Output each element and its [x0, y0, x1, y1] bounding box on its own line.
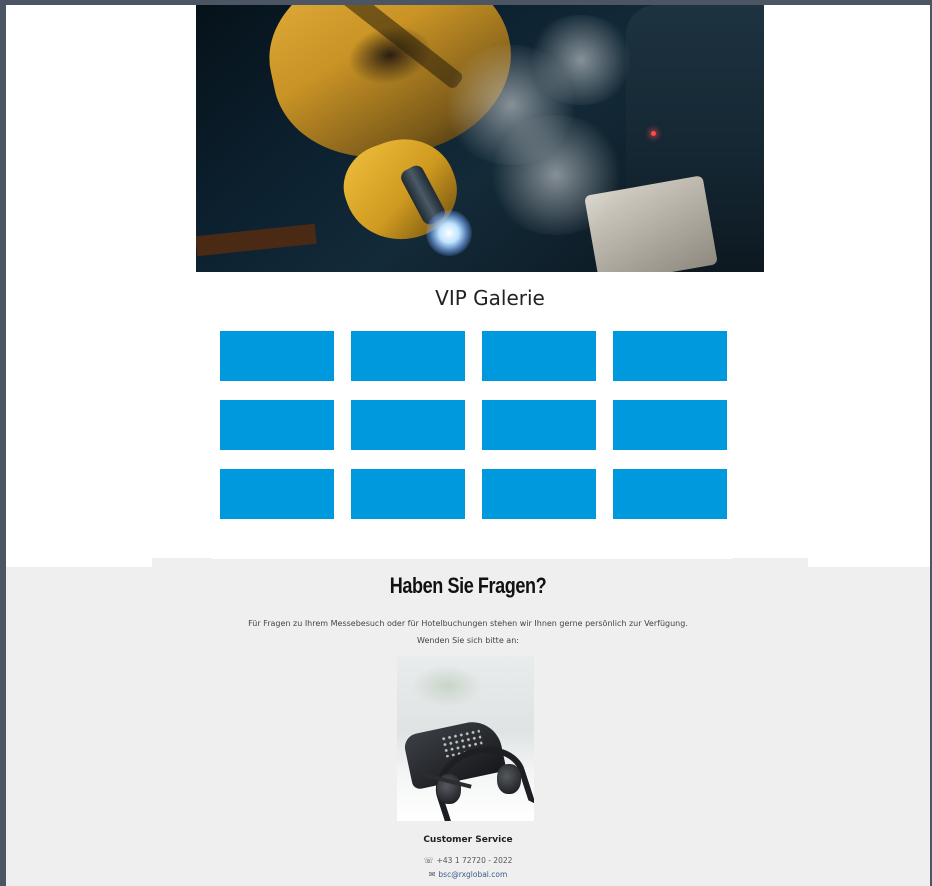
contact-name: Customer Service — [423, 835, 513, 845]
gallery-tile[interactable] — [482, 469, 596, 519]
faq-description: Für Fragen zu Ihrem Messebesuch oder für… — [6, 615, 930, 649]
gallery-tile[interactable] — [351, 331, 465, 381]
gallery-title: VIP Galerie — [435, 286, 545, 310]
faq-heading: Haben Sie Fragen? — [389, 573, 547, 598]
faq-text-line: Wenden Sie sich bitte an: — [417, 636, 519, 645]
faq-top-cut — [212, 553, 732, 559]
contact-phone-number[interactable]: +43 1 72720 - 2022 — [437, 856, 513, 865]
gallery-tile[interactable] — [613, 469, 727, 519]
gallery-tile[interactable] — [351, 400, 465, 450]
gallery-tile[interactable] — [351, 469, 465, 519]
contact-email-link[interactable]: bsc@rxglobal.com — [438, 870, 507, 879]
gallery-tile[interactable] — [220, 331, 334, 381]
gallery-tile[interactable] — [613, 331, 727, 381]
headset-earpiece — [497, 764, 521, 794]
hero-ember — [651, 131, 656, 136]
gallery-tile[interactable] — [220, 469, 334, 519]
gallery-tile[interactable] — [613, 400, 727, 450]
hero-smoke — [526, 15, 636, 105]
hero-bench — [196, 223, 317, 257]
vip-gallery-grid — [220, 331, 727, 519]
envelope-icon: ✉ — [428, 870, 436, 879]
contact-phone: ☏ +43 1 72720 - 2022 — [6, 856, 930, 865]
gallery-tile[interactable] — [482, 331, 596, 381]
phone-icon: ☏ — [423, 856, 434, 865]
customer-service-photo — [397, 656, 534, 821]
gallery-tile[interactable] — [220, 400, 334, 450]
welding-hero-image — [196, 5, 764, 272]
gallery-tile[interactable] — [482, 400, 596, 450]
faq-section: Haben Sie Fragen? Für Fragen zu Ihrem Me… — [6, 567, 930, 886]
hero-spark — [426, 210, 472, 256]
faq-text-line: Für Fragen zu Ihrem Messebesuch oder für… — [248, 619, 688, 628]
contact-email: ✉ bsc@rxglobal.com — [6, 870, 930, 879]
hero-smoke — [486, 115, 626, 235]
